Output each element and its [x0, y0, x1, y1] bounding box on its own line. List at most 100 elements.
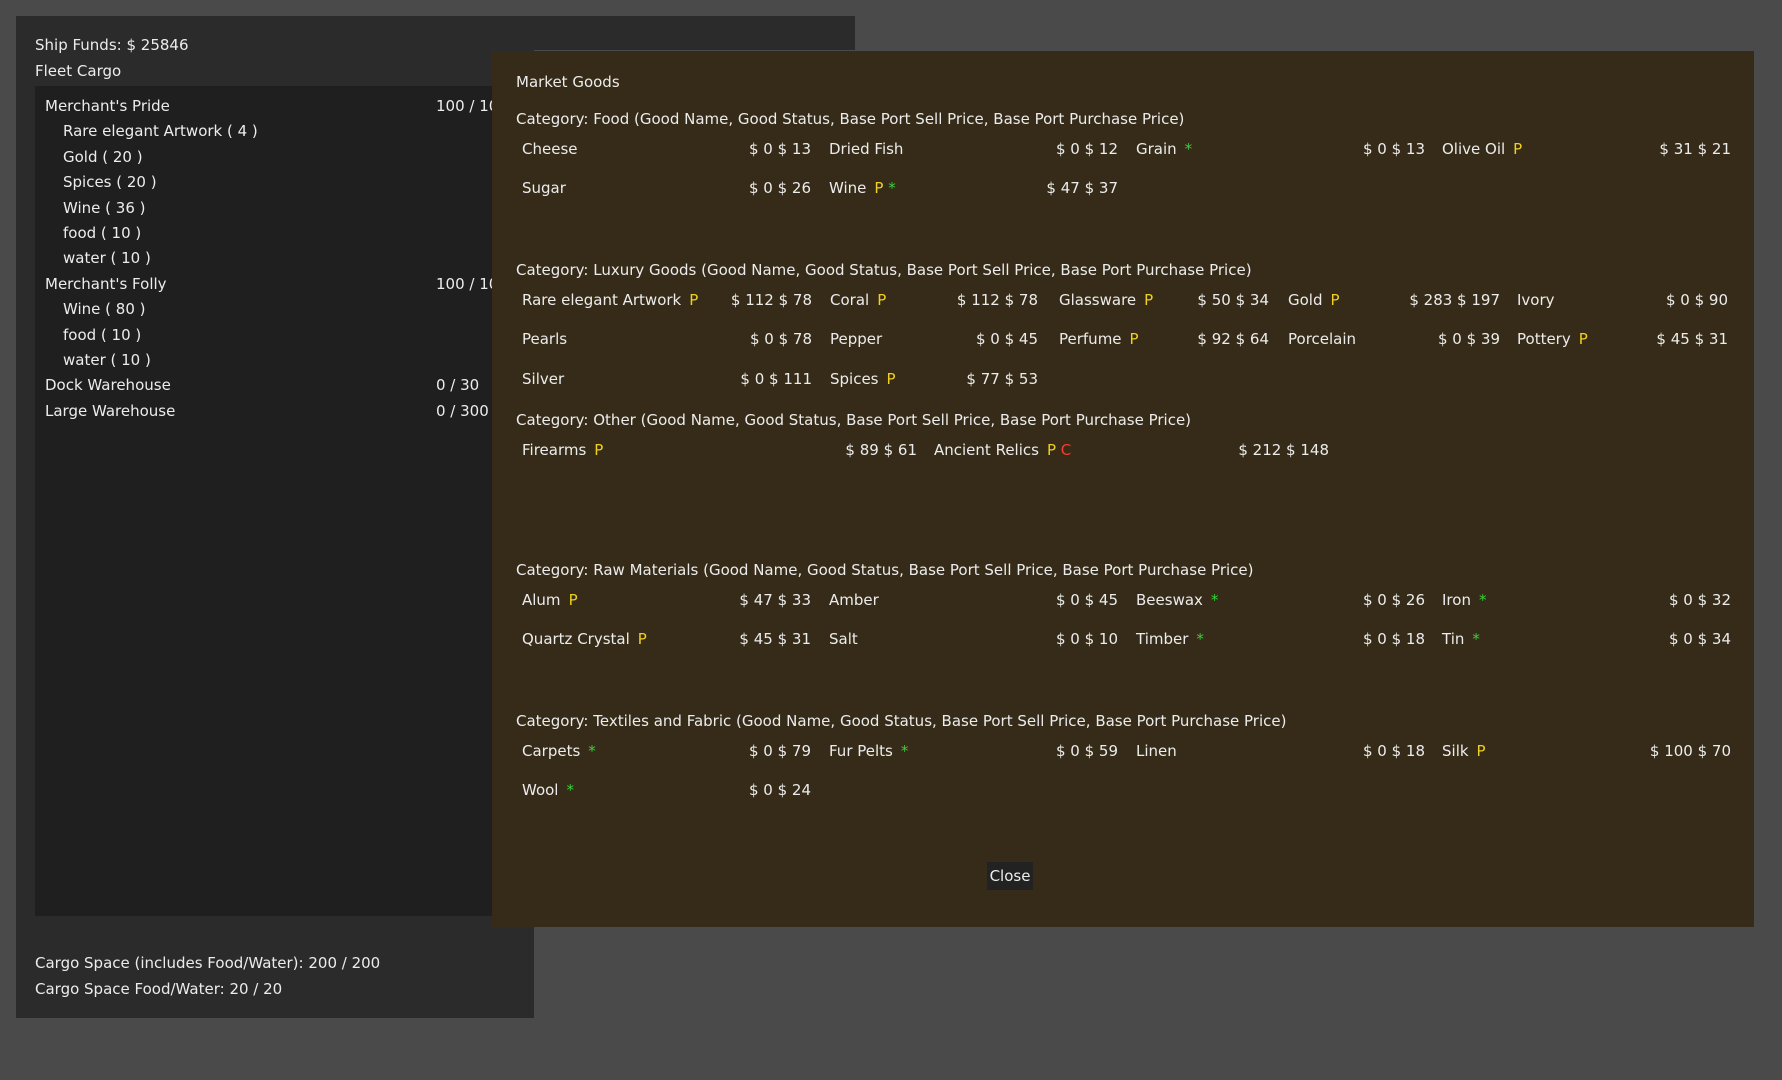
good-name-text: Fur Pelts [829, 742, 893, 760]
ship-entry[interactable]: Merchant's Pride [45, 94, 170, 119]
category-title: Category: Other (Good Name, Good Status,… [516, 411, 1192, 429]
ship-entry[interactable]: Dock Warehouse [45, 373, 171, 398]
market-good[interactable]: Ivory $ 0 $ 90 [1517, 290, 1728, 310]
status-flag: * [900, 742, 909, 760]
cargo-item-name: Spices ( 20 ) [63, 173, 157, 192]
category-title: Category: Raw Materials (Good Name, Good… [516, 561, 1254, 579]
good-prices: $ 283 $ 197 [1409, 291, 1500, 309]
market-good[interactable]: Dried Fish $ 0 $ 12 [829, 139, 1118, 159]
good-name: Carpets * [522, 741, 596, 761]
market-good[interactable]: Alum P $ 47 $ 33 [522, 590, 811, 610]
cargo-item[interactable]: Wine ( 36 ) [63, 196, 146, 221]
cargo-space-value: 200 / 200 [308, 954, 381, 972]
good-status: P [1477, 742, 1486, 760]
good-status: P [1144, 291, 1153, 309]
cargo-item[interactable]: food ( 10 ) [63, 323, 141, 348]
good-name-text: Wine [829, 179, 867, 197]
market-good[interactable]: Tin * $ 0 $ 34 [1442, 629, 1731, 649]
good-status: * [588, 742, 596, 760]
good-name-text: Porcelain [1288, 330, 1357, 348]
good-prices: $ 0 $ 45 [975, 330, 1038, 348]
cargo-item[interactable]: water ( 10 ) [63, 246, 151, 271]
good-name-text: Iron [1442, 591, 1471, 609]
status-flag: P [1129, 330, 1139, 348]
cargo-space-label: Cargo Space (includes Food/Water): [35, 954, 304, 972]
good-status: P [1579, 330, 1588, 348]
good-prices: $ 112 $ 78 [956, 291, 1038, 309]
market-good[interactable]: Silver $ 0 $ 111 [522, 369, 812, 389]
market-good[interactable]: Sugar $ 0 $ 26 [522, 178, 811, 198]
market-goods-dialog: Market Goods Close Category: Food (Good … [492, 51, 1754, 927]
market-good[interactable]: Wine P * $ 47 $ 37 [829, 178, 1118, 198]
market-good[interactable]: Timber * $ 0 $ 18 [1136, 629, 1425, 649]
cargo-item-name: Wine ( 80 ) [63, 300, 146, 319]
market-good[interactable]: Porcelain $ 0 $ 39 [1288, 329, 1500, 349]
status-flag: P [886, 370, 896, 388]
fleet-cargo-panel: Ship Funds: $ 25846 Fleet Cargo Merchant… [16, 16, 534, 1018]
good-prices: $ 0 $ 24 [748, 781, 811, 799]
market-good[interactable]: Pearls $ 0 $ 78 [522, 329, 812, 349]
good-name: Coral P [830, 290, 886, 310]
close-button[interactable]: Close [987, 862, 1033, 890]
market-good[interactable]: Amber $ 0 $ 45 [829, 590, 1118, 610]
category-title: Category: Food (Good Name, Good Status, … [516, 110, 1185, 128]
market-good[interactable]: Perfume P $ 92 $ 64 [1059, 329, 1269, 349]
cargo-item[interactable]: Wine ( 80 ) [63, 297, 146, 322]
market-good[interactable]: Quartz Crystal P $ 45 $ 31 [522, 629, 811, 649]
good-status: * [901, 742, 909, 760]
market-good[interactable]: Wool * $ 0 $ 24 [522, 780, 811, 800]
good-name: Grain * [1136, 139, 1192, 159]
good-name-text: Sugar [522, 179, 566, 197]
cargo-space: Cargo Space (includes Food/Water): 200 /… [35, 954, 380, 972]
good-prices: $ 0 $ 59 [1055, 742, 1118, 760]
market-good[interactable]: Olive Oil P $ 31 $ 21 [1442, 139, 1731, 159]
market-good[interactable]: Grain * $ 0 $ 13 [1136, 139, 1425, 159]
market-good[interactable]: Rare elegant Artwork P $ 112 $ 78 [522, 290, 812, 310]
status-flag: * [1472, 630, 1480, 648]
good-prices: $ 0 $ 18 [1362, 630, 1425, 648]
status-flag: P [1046, 441, 1056, 459]
good-prices: $ 0 $ 13 [748, 140, 811, 158]
status-flag: * [566, 781, 574, 799]
market-good[interactable]: Silk P $ 100 $ 70 [1442, 741, 1731, 761]
good-name: Pearls [522, 329, 575, 349]
status-flag: P [594, 441, 604, 459]
market-title: Market Goods [516, 73, 620, 91]
good-name-text: Ivory [1517, 291, 1555, 309]
market-good[interactable]: Fur Pelts * $ 0 $ 59 [829, 741, 1118, 761]
good-name: Spices P [830, 369, 896, 389]
cargo-item[interactable]: Spices ( 20 ) [63, 170, 157, 195]
market-good[interactable]: Pepper $ 0 $ 45 [830, 329, 1038, 349]
fleet-cargo-list[interactable]: Merchant's Pride 100 / 10 Rare elegant Art… [35, 86, 495, 916]
good-prices: $ 0 $ 78 [749, 330, 812, 348]
market-good[interactable]: Ancient Relics P C $ 212 $ 148 [934, 440, 1329, 460]
status-flag: P [689, 291, 699, 309]
market-good[interactable]: Linen $ 0 $ 18 [1136, 741, 1425, 761]
market-good[interactable]: Spices P $ 77 $ 53 [830, 369, 1038, 389]
market-good[interactable]: Gold P $ 283 $ 197 [1288, 290, 1500, 310]
market-good[interactable]: Iron * $ 0 $ 32 [1442, 590, 1731, 610]
cargo-item[interactable]: water ( 10 ) [63, 348, 151, 373]
ship-entry[interactable]: Large Warehouse [45, 399, 175, 424]
cargo-item[interactable]: Gold ( 20 ) [63, 145, 143, 170]
good-status: P [887, 370, 896, 388]
market-good[interactable]: Cheese $ 0 $ 13 [522, 139, 811, 159]
good-status: * [1196, 630, 1204, 648]
cargo-item[interactable]: food ( 10 ) [63, 221, 141, 246]
ship-entry[interactable]: Merchant's Folly [45, 272, 167, 297]
good-name: Cheese [522, 139, 585, 159]
good-prices: $ 89 $ 61 [845, 441, 917, 459]
market-good[interactable]: Beeswax * $ 0 $ 26 [1136, 590, 1425, 610]
market-good[interactable]: Pottery P $ 45 $ 31 [1517, 329, 1728, 349]
status-flag: P [1476, 742, 1486, 760]
good-name: Fur Pelts * [829, 741, 908, 761]
market-good[interactable]: Coral P $ 112 $ 78 [830, 290, 1038, 310]
market-good[interactable]: Firearms P $ 89 $ 61 [522, 440, 917, 460]
good-name: Timber * [1136, 629, 1204, 649]
good-name: Porcelain [1288, 329, 1364, 349]
market-good[interactable]: Salt $ 0 $ 10 [829, 629, 1118, 649]
market-good[interactable]: Carpets * $ 0 $ 79 [522, 741, 811, 761]
cargo-item[interactable]: Rare elegant Artwork ( 4 ) [63, 119, 258, 144]
market-good[interactable]: Glassware P $ 50 $ 34 [1059, 290, 1269, 310]
good-name-text: Alum [522, 591, 561, 609]
